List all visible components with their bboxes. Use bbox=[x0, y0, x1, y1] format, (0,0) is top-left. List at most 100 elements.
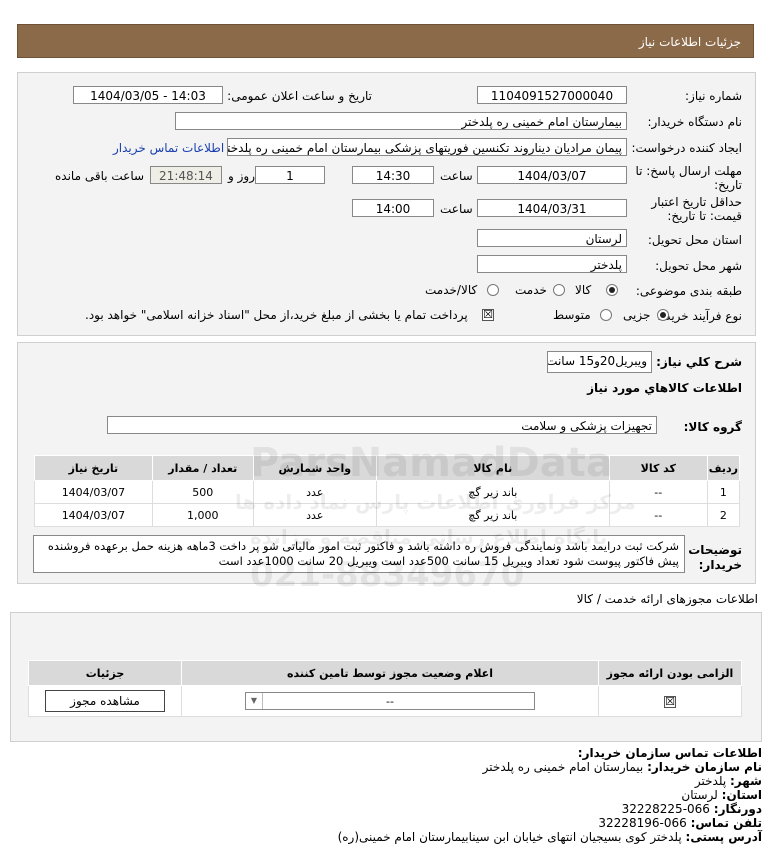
contact-address-label: آدرس پستی: bbox=[685, 830, 762, 844]
chevron-down-icon: ▼ bbox=[246, 693, 263, 709]
cell-qty: 1,000 bbox=[151, 503, 254, 527]
col-qty: تعداد / مقدار bbox=[151, 455, 254, 481]
col-name: نام کالا bbox=[375, 455, 610, 481]
col-unit: واحد شمارش bbox=[252, 455, 377, 481]
goods-title: اطلاعات كالاهاي مورد نياز bbox=[587, 381, 742, 395]
contact-org-value: بیمارستان امام خمینی ره پلدختر bbox=[482, 760, 644, 774]
creator-label: ایجاد کننده درخواست: bbox=[631, 141, 742, 155]
city-label: شهر محل تحویل: bbox=[655, 259, 742, 273]
notes-text: شرکت ثبت درایمد باشد ونمایندگی فروش ره د… bbox=[33, 535, 685, 573]
deadline-label: مهلت ارسال پاسخ: تا تاریخ: bbox=[635, 164, 742, 192]
contact-org-label: نام سازمان خریدار: bbox=[647, 760, 762, 774]
validity-label: حداقل تاریخ اعتبار قیمت: تا تاریخ: bbox=[651, 195, 742, 223]
days-label: روز و bbox=[228, 169, 255, 183]
col-required: الزامی بودن ارائه مجوز bbox=[598, 660, 742, 686]
cell-date: 1404/03/07 bbox=[34, 503, 153, 527]
contact-city-value: پلدختر bbox=[694, 774, 727, 788]
permit-status-value: -- bbox=[386, 695, 394, 708]
city-field: پلدختر bbox=[477, 255, 627, 273]
table-row: 1 -- باند زیر گچ عدد 500 1404/03/07 bbox=[34, 480, 741, 504]
contact-province-label: استان: bbox=[721, 788, 762, 802]
province-label: استان محل تحویل: bbox=[647, 233, 742, 247]
validity-date-field: 1404/03/31 bbox=[477, 199, 627, 217]
deadline-time-field: 14:30 bbox=[352, 166, 434, 184]
cell-unit: عدد bbox=[252, 480, 377, 504]
cell-date: 1404/03/07 bbox=[34, 480, 153, 504]
deadline-label-line1: مهلت ارسال پاسخ: تا bbox=[635, 164, 742, 178]
validity-time-label: ساعت bbox=[440, 202, 473, 216]
remaining-field: 21:48:14 bbox=[150, 166, 222, 184]
buyer-label: نام دستگاه خریدار: bbox=[647, 115, 743, 129]
cell-required: ☒ bbox=[598, 685, 742, 717]
page-header: جزئیات اطلاعات نیاز bbox=[17, 24, 754, 58]
process-medium-radio[interactable] bbox=[600, 309, 612, 321]
goods-table-header: ردیف کد کالا نام کالا واحد شمارش تعداد /… bbox=[34, 455, 741, 481]
permits-table-header: الزامی بودن ارائه مجوز اعلام وضعیت مجوز … bbox=[28, 660, 742, 686]
group-label: گروه كالا: bbox=[683, 420, 742, 434]
deadline-date-field: 1404/03/07 bbox=[477, 166, 627, 184]
cell-status: -- ▼ bbox=[181, 685, 599, 717]
category-goods-radio[interactable] bbox=[606, 284, 618, 296]
permits-title: اطلاعات مجوزهای ارائه خدمت / کالا bbox=[576, 592, 758, 606]
contact-fax-value: 066-32228225 bbox=[621, 802, 710, 816]
goods-table: ردیف کد کالا نام کالا واحد شمارش تعداد /… bbox=[34, 455, 741, 527]
need-number-field: 1104091527000040 bbox=[477, 86, 627, 104]
contact-city: شهر: پلدختر bbox=[338, 774, 762, 788]
notes-label: توضیحات خریدار: bbox=[688, 543, 742, 573]
category-label: طبقه بندی موضوعی: bbox=[635, 284, 742, 298]
contact-province: استان: لرستان bbox=[338, 788, 762, 802]
contact-section: اطلاعات تماس سازمان خریدار: نام سازمان خ… bbox=[338, 746, 762, 844]
contact-province-value: لرستان bbox=[681, 788, 718, 802]
need-number-label: شماره نیاز: bbox=[685, 89, 742, 103]
category-both-radio[interactable] bbox=[487, 284, 499, 296]
contact-org: نام سازمان خریدار: بیمارستان امام خمینی … bbox=[338, 760, 762, 774]
contact-phone-label: تلفن تماس: bbox=[690, 816, 762, 830]
contact-address-value: پلدختر کوی بسیجیان انتهای خیابان ابن سین… bbox=[337, 830, 682, 844]
col-status: اعلام وضعیت مجوز توسط تامین کننده bbox=[181, 660, 599, 686]
deadline-label-line2: تاریخ: bbox=[714, 178, 742, 192]
category-goods-label: کالا bbox=[575, 283, 592, 297]
col-date: تاریخ نیاز bbox=[34, 455, 153, 481]
validity-label-line1: حداقل تاریخ اعتبار bbox=[651, 195, 742, 209]
cell-code: -- bbox=[608, 503, 708, 527]
notes-label-line1: توضیحات bbox=[688, 543, 742, 557]
contact-buyer-link[interactable]: اطلاعات تماس خریدار bbox=[113, 141, 224, 155]
category-service-radio[interactable] bbox=[553, 284, 565, 296]
required-checkbox[interactable]: ☒ bbox=[664, 695, 676, 708]
validity-time-field: 14:00 bbox=[352, 199, 434, 217]
contact-address: آدرس پستی: پلدختر کوی بسیجیان انتهای خیا… bbox=[338, 830, 762, 844]
contact-phone: تلفن تماس: 066-32228196 bbox=[338, 816, 762, 830]
summary-field: ویبریل20و15 سانت bbox=[547, 351, 652, 373]
notes-label-line2: خریدار: bbox=[698, 558, 742, 572]
permit-status-select[interactable]: -- ▼ bbox=[245, 692, 535, 710]
page-title: جزئیات اطلاعات نیاز bbox=[638, 35, 741, 49]
cell-name: باند زیر گچ bbox=[375, 480, 610, 504]
cell-code: -- bbox=[608, 480, 708, 504]
process-minor-label: جزیی bbox=[623, 308, 651, 322]
col-details: جزئیات bbox=[28, 660, 182, 686]
category-both-label: کالا/خدمت bbox=[425, 283, 478, 297]
process-minor-radio[interactable] bbox=[657, 309, 669, 321]
category-service-label: خدمت bbox=[515, 283, 547, 297]
summary-label: شرح كلي نياز: bbox=[656, 355, 742, 369]
cell-name: باند زیر گچ bbox=[375, 503, 610, 527]
cell-details: مشاهده مجوز bbox=[28, 685, 182, 717]
cell-row: 1 bbox=[706, 480, 741, 504]
days-field: 1 bbox=[255, 166, 325, 184]
table-row: ☒ -- ▼ مشاهده مجوز bbox=[28, 685, 742, 717]
province-field: لرستان bbox=[477, 229, 627, 247]
contact-phone-value: 066-32228196 bbox=[598, 816, 687, 830]
permits-table: الزامی بودن ارائه مجوز اعلام وضعیت مجوز … bbox=[28, 660, 742, 717]
process-label: نوع فرآیند خرید : bbox=[657, 309, 742, 323]
process-medium-label: متوسط bbox=[553, 308, 591, 322]
creator-field: پیمان مرادیان دیناروند تکنسین فوریتهای پ… bbox=[227, 138, 627, 156]
col-code: کد کالا bbox=[608, 455, 708, 481]
group-field: تجهیزات پزشکی و سلامت bbox=[107, 416, 657, 434]
col-row: ردیف bbox=[706, 455, 741, 481]
announce-label: تاریخ و ساعت اعلان عمومی: bbox=[227, 89, 372, 103]
payment-checkbox[interactable]: ☒ bbox=[482, 309, 494, 321]
remaining-label: ساعت باقی مانده bbox=[55, 169, 145, 183]
contact-fax-label: دورنگار: bbox=[713, 802, 762, 816]
announce-field: 1404/03/05 - 14:03 bbox=[73, 86, 223, 104]
view-permit-button[interactable]: مشاهده مجوز bbox=[45, 690, 165, 712]
